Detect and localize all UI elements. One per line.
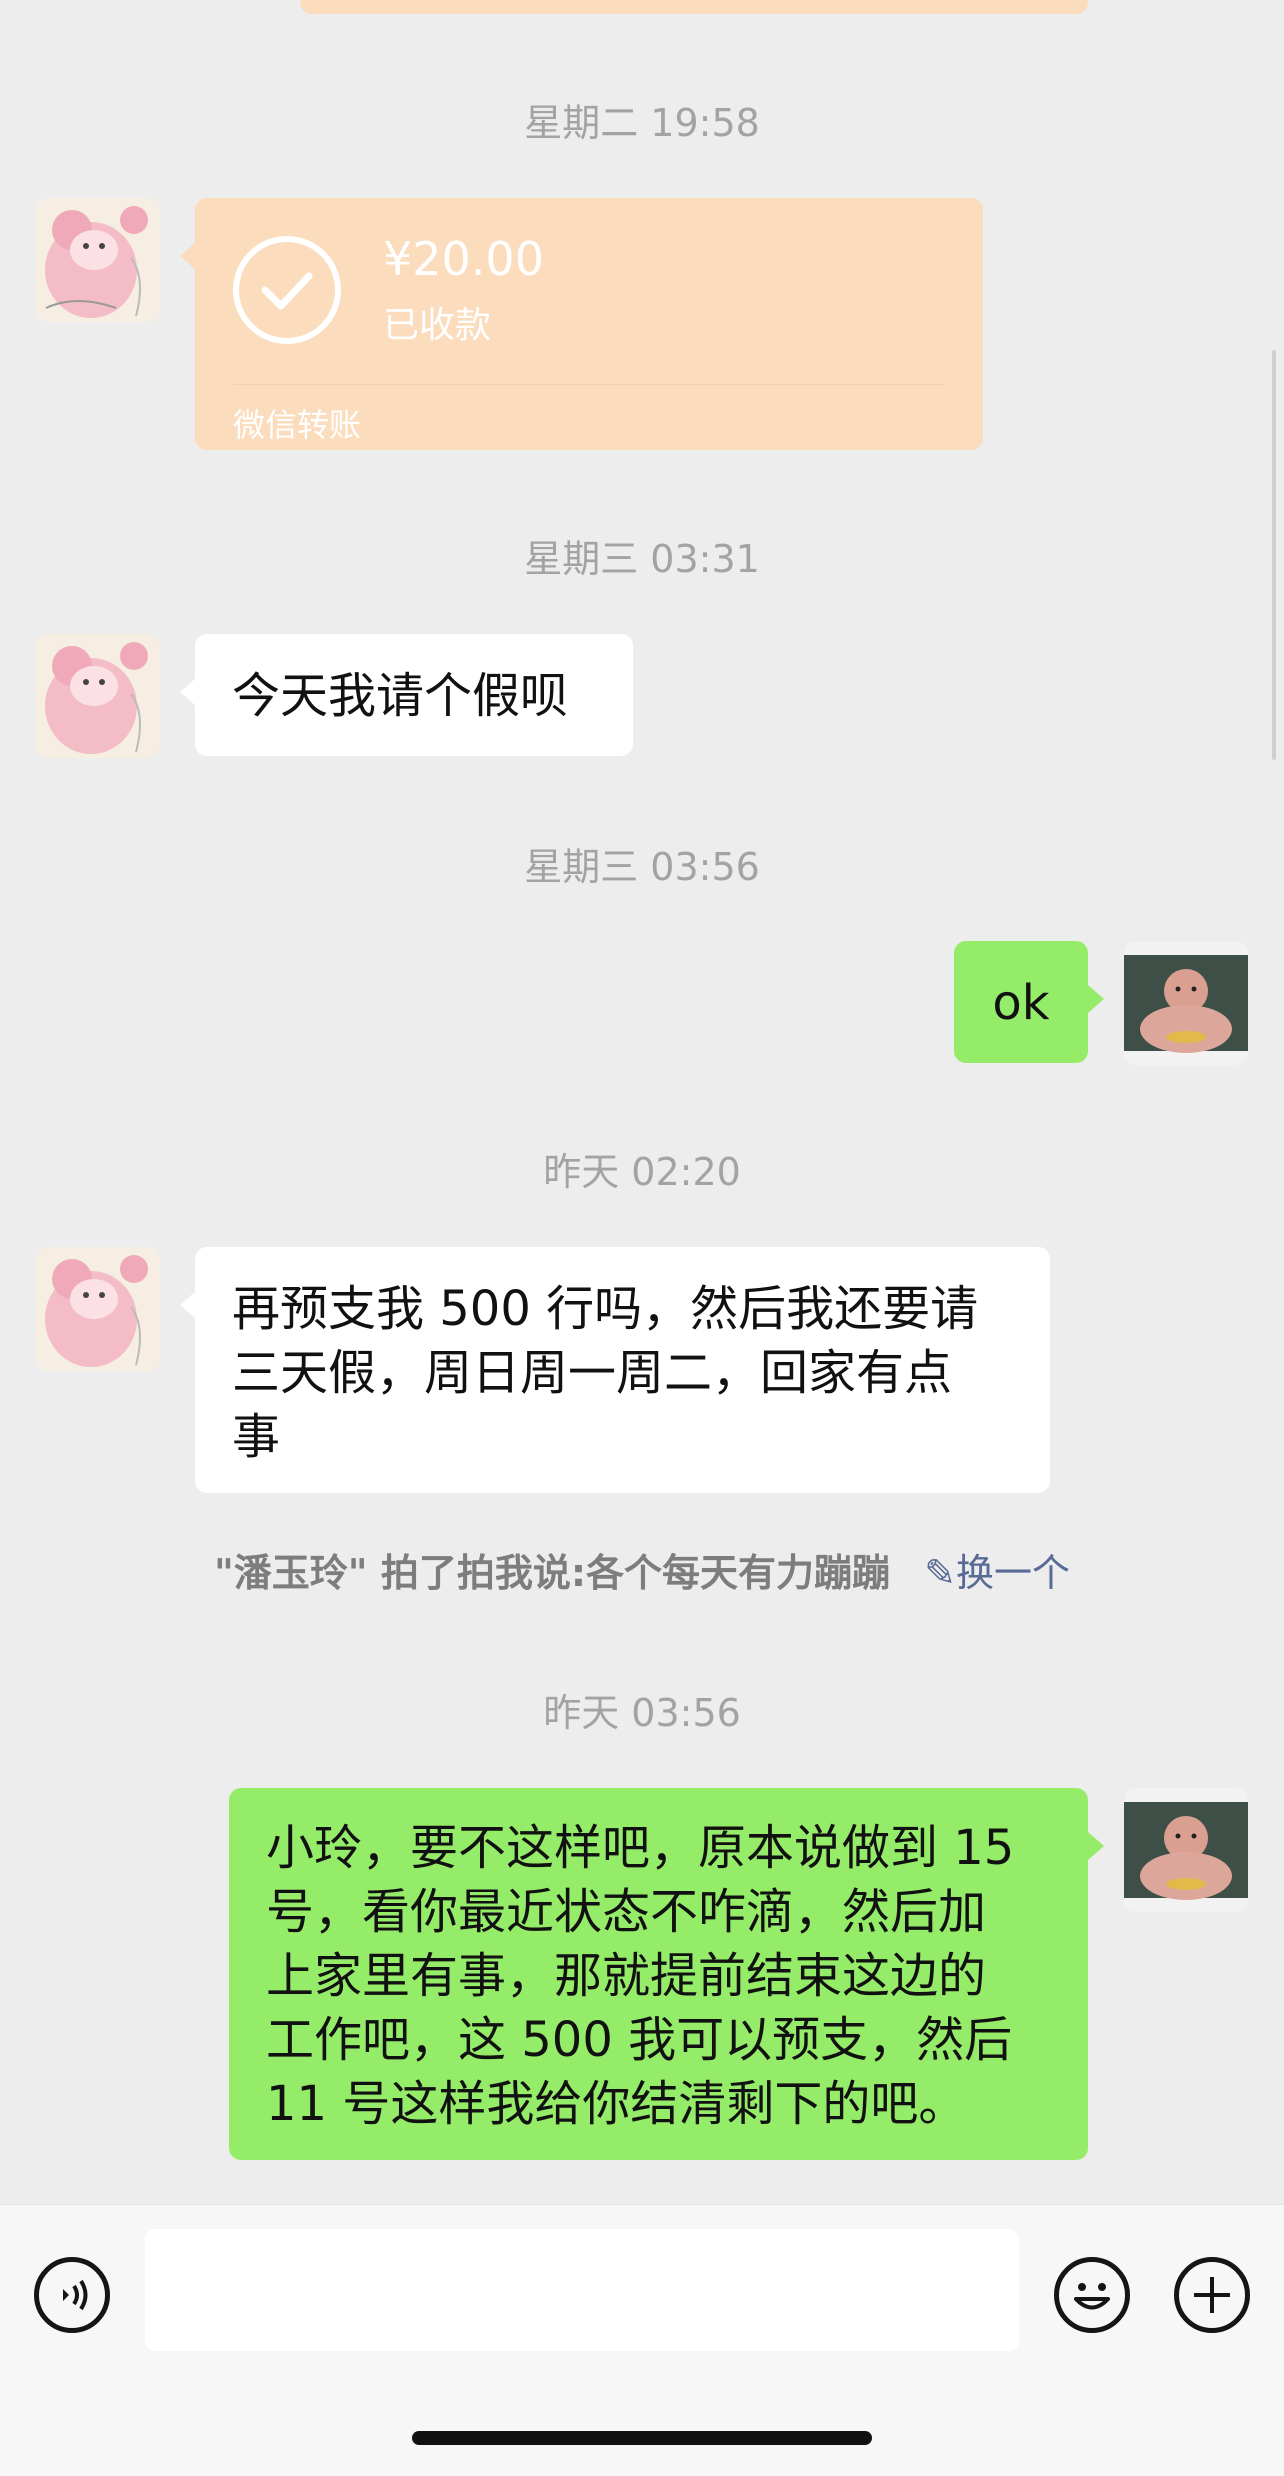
contact-avatar[interactable] [36, 634, 160, 758]
transfer-footer: 微信转账 [233, 406, 362, 444]
message-bubble-incoming[interactable]: 今天我请个假呗 [195, 634, 633, 756]
message-bubble-incoming[interactable]: 再预支我 500 行吗，然后我还要请 三天假，周日周一周二，回家有点 事 [195, 1247, 1050, 1493]
message-line: 上家里有事，那就提前结束这边的 [266, 1948, 987, 2004]
emoji-icon[interactable] [1054, 2257, 1130, 2333]
message-line: 再预支我 500 行吗，然后我还要请 [232, 1281, 979, 1337]
message-text: 今天我请个假呗 [232, 668, 569, 724]
bubble-tail [180, 242, 196, 270]
contact-avatar[interactable] [36, 198, 160, 322]
message-bubble-outgoing[interactable]: ok [954, 941, 1088, 1063]
timestamp: 星期二 19:58 [524, 101, 760, 145]
bubble-tail [180, 1291, 196, 1319]
scroll-indicator [1272, 350, 1276, 760]
message-line: 号，看你最近状态不咋滴，然后加 [266, 1884, 987, 1940]
transfer-bubble[interactable]: ¥20.00 已收款 微信转账 [195, 198, 983, 450]
bubble-tail [1088, 985, 1104, 1013]
plus-icon[interactable] [1174, 2257, 1250, 2333]
divider [233, 384, 945, 385]
message-bubble-outgoing[interactable]: 小玲，要不这样吧，原本说做到 15 号，看你最近状态不咋滴，然后加 上家里有事，… [229, 1788, 1088, 2160]
edit-icon: ✎ [924, 1551, 956, 1595]
contact-avatar[interactable] [36, 1247, 160, 1371]
pat-text: "潘玉玲" 拍了拍我说:各个每天有力蹦蹦 [214, 1551, 891, 1595]
message-line: 工作吧，这 500 我可以预支，然后 [266, 2012, 1013, 2068]
message-input[interactable] [145, 2229, 1019, 2351]
pat-change-label: 换一个 [955, 1551, 1070, 1595]
transfer-amount: ¥20.00 [383, 232, 544, 286]
home-indicator [412, 2431, 872, 2445]
my-avatar[interactable] [1124, 941, 1248, 1065]
timestamp: 星期三 03:31 [524, 537, 760, 581]
bubble-tail [1088, 1832, 1104, 1860]
message-line: 11 号这样我给你结清剩下的吧。 [266, 2076, 967, 2132]
message-line: 小玲，要不这样吧，原本说做到 15 [266, 1820, 1015, 1876]
my-avatar[interactable] [1124, 1788, 1248, 1912]
pat-notice: "潘玉玲" 拍了拍我说:各个每天有力蹦蹦 ✎换一个 [0, 1542, 1284, 1597]
timestamp: 昨天 03:56 [543, 1691, 741, 1735]
input-bar [0, 2204, 1284, 2476]
voice-icon[interactable] [34, 2257, 110, 2333]
pat-change-link[interactable]: ✎换一个 [924, 1551, 1070, 1595]
message-line: 事 [232, 1409, 281, 1465]
bubble-tail [180, 678, 196, 706]
previous-transfer-bubble [300, 0, 1088, 14]
message-line: 三天假，周日周一周二，回家有点 [232, 1345, 953, 1401]
timestamp: 昨天 02:20 [543, 1150, 741, 1194]
message-text: ok [992, 975, 1050, 1031]
timestamp: 星期三 03:56 [524, 845, 760, 889]
transfer-status: 已收款 [383, 305, 492, 346]
check-icon [233, 236, 341, 344]
